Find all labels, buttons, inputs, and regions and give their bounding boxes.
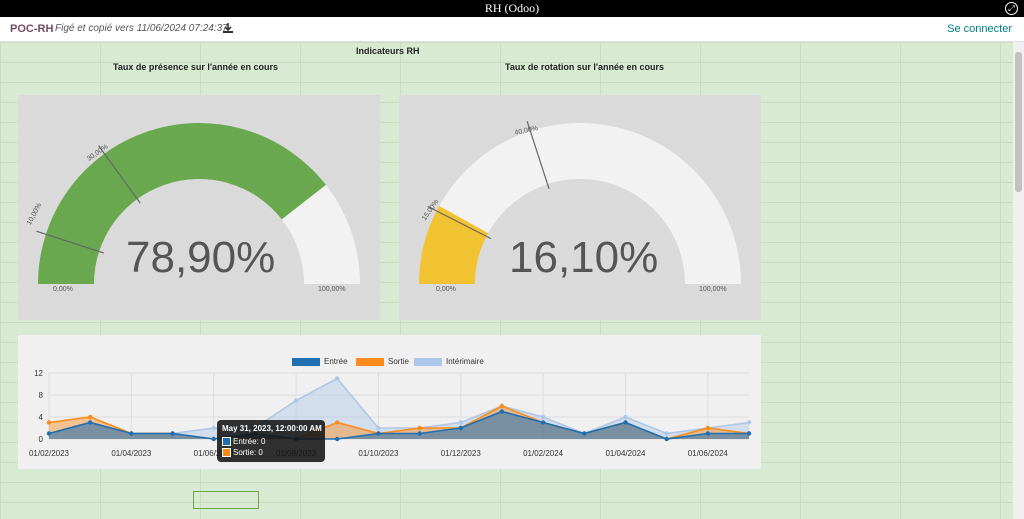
series-line xyxy=(48,377,750,435)
data-point xyxy=(746,420,752,425)
data-point xyxy=(540,414,546,420)
data-point xyxy=(417,425,422,431)
x-tick-label: 01/06/2024 xyxy=(688,449,729,458)
gauge1-heading: Taux de présence sur l'année en cours xyxy=(113,62,279,72)
gauge-max-label: 100,00% xyxy=(318,286,346,293)
brand-name[interactable]: POC-RH xyxy=(10,23,53,35)
gauge-value: 78,90% xyxy=(126,233,276,282)
vertical-scrollbar[interactable] xyxy=(1013,42,1024,519)
data-point xyxy=(417,431,422,436)
x-tick-label: 01/12/2023 xyxy=(441,449,482,458)
gauge2-heading: Taux de rotation sur l'année en cours xyxy=(505,62,665,72)
chart-tooltip: May 31, 2023, 12:00:00 AM Entrée: 0 Sort… xyxy=(217,420,325,462)
x-tick-label: 01/02/2023 xyxy=(29,449,70,458)
y-tick-label: 0 xyxy=(39,435,44,444)
sheet-title: Indicateurs RH xyxy=(356,46,420,56)
tooltip-entree: Entrée: 0 xyxy=(233,437,266,446)
data-point xyxy=(335,436,340,442)
data-point xyxy=(46,431,52,436)
line-chart: 0481201/02/202301/04/202301/06/202301/08… xyxy=(29,369,752,458)
restore-icon[interactable]: ⤢ xyxy=(1005,2,1018,15)
tooltip-row-entree: Entrée: 0 xyxy=(222,437,265,446)
data-point xyxy=(335,420,340,425)
top-bar: POC-RH Figé et copié vers 11/06/2024 07:… xyxy=(0,17,1024,42)
login-link[interactable]: Se connecter xyxy=(947,23,1012,35)
data-point xyxy=(540,420,546,425)
gauge-panel-presence[interactable]: 78,90% 0,00% 100,00% 10,00% 30,00% xyxy=(18,95,380,320)
tooltip-swatch xyxy=(222,437,231,446)
gauge-panel-rotation[interactable]: 16,10% 0,00% 100,00% 15,00% 40,00% xyxy=(399,95,761,320)
x-tick-label: 01/10/2023 xyxy=(358,449,399,458)
gauge-min-label: 0,00% xyxy=(436,286,456,293)
y-tick-label: 12 xyxy=(34,369,43,378)
data-point xyxy=(623,414,628,420)
data-point xyxy=(623,420,628,425)
y-tick-label: 4 xyxy=(39,413,44,422)
gauge-min-label: 0,00% xyxy=(53,286,73,293)
data-point xyxy=(335,376,340,381)
gauge-value: 16,10% xyxy=(509,233,659,282)
data-point xyxy=(211,436,216,442)
window-title: RH (Odoo) xyxy=(484,1,540,15)
data-point xyxy=(87,420,93,425)
frozen-status: Figé et copié vers 11/06/2024 07:24:37 xyxy=(55,23,228,34)
y-tick-label: 8 xyxy=(39,391,44,400)
data-point xyxy=(582,431,587,436)
data-point xyxy=(458,425,463,431)
data-point xyxy=(499,403,505,409)
data-point xyxy=(705,431,711,436)
gauge-max-label: 100,00% xyxy=(699,286,727,293)
data-point xyxy=(376,431,381,436)
data-point xyxy=(211,425,216,431)
scrollbar-thumb[interactable] xyxy=(1015,52,1022,192)
data-point xyxy=(293,398,299,403)
data-point xyxy=(746,431,752,436)
data-point xyxy=(705,425,711,431)
tooltip-row-sortie: Sortie: 0 xyxy=(222,448,263,457)
tooltip-title: May 31, 2023, 12:00:00 AM xyxy=(222,424,322,433)
x-tick-label: 01/02/2024 xyxy=(523,449,564,458)
data-point xyxy=(170,431,175,436)
data-point xyxy=(664,436,669,442)
download-icon[interactable] xyxy=(222,22,234,34)
data-point xyxy=(376,425,381,431)
data-point xyxy=(664,431,669,436)
x-tick-label: 01/04/2024 xyxy=(605,449,646,458)
chart-panel-movements[interactable]: Entrée Sortie Intérimaire 0 4 8 12 01/02/202… xyxy=(18,335,761,469)
data-point xyxy=(499,409,505,414)
window-titlebar: RH (Odoo) ⤢ xyxy=(0,0,1024,17)
data-point xyxy=(458,420,463,425)
selected-cell[interactable] xyxy=(193,491,259,509)
data-point xyxy=(129,431,134,436)
tooltip-sortie: Sortie: 0 xyxy=(233,448,263,457)
x-tick-label: 01/04/2023 xyxy=(111,449,152,458)
tooltip-swatch xyxy=(222,448,231,457)
data-point xyxy=(46,420,52,425)
data-point xyxy=(87,414,93,420)
